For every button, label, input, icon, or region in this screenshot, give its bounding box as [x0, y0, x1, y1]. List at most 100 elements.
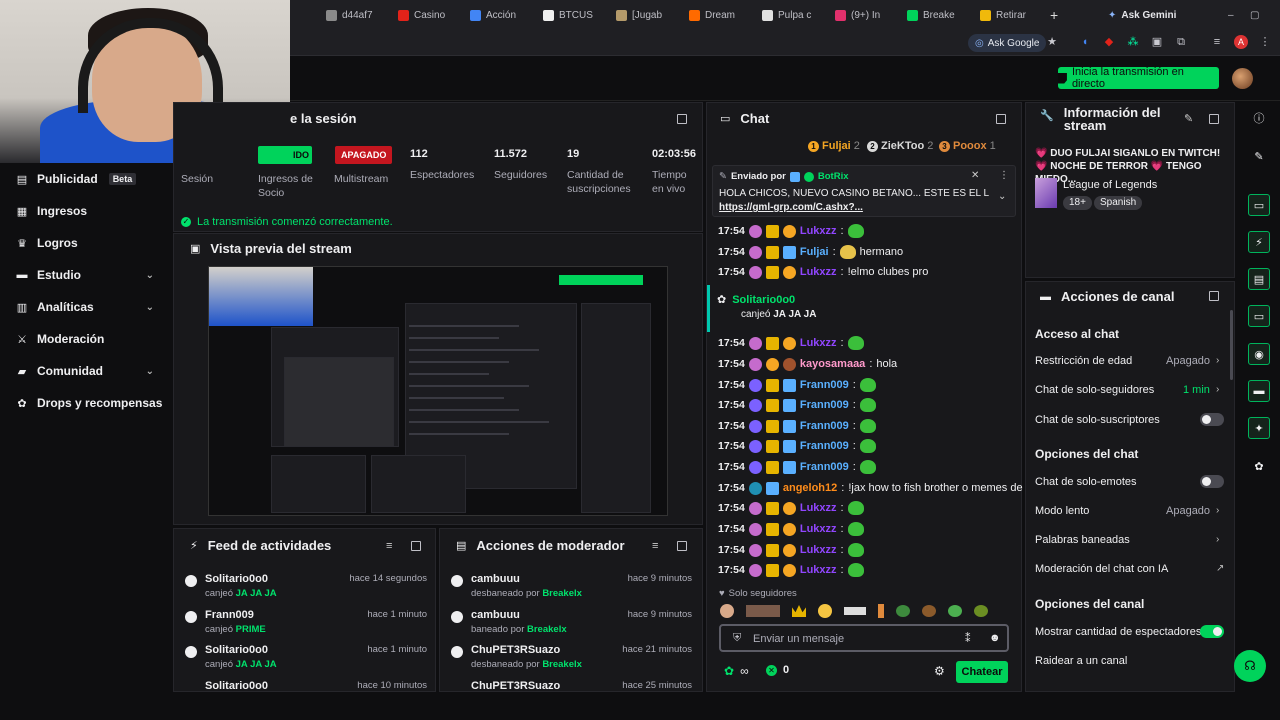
extension-icon[interactable]: ⁂ — [1126, 35, 1140, 49]
stream-preview-video[interactable] — [208, 266, 668, 516]
channel-icon[interactable]: ▬ — [1248, 380, 1270, 402]
star-icon[interactable]: ★ — [1045, 35, 1059, 49]
crown-emote-icon[interactable] — [792, 605, 806, 617]
chevron-right-icon[interactable]: › — [1216, 534, 1219, 545]
bolt-icon[interactable]: ⚡ — [1248, 231, 1270, 253]
extension-icon[interactable]: ◆ — [1102, 35, 1116, 49]
emote-icon[interactable] — [948, 605, 962, 617]
smiley-icon[interactable]: ☻ — [989, 632, 1001, 644]
kebab-menu-icon[interactable]: ⋮ — [1258, 35, 1272, 49]
sidebar-item-estudio[interactable]: ▬ Estudio ⌄ — [16, 265, 162, 285]
emotes-only-toggle[interactable] — [1200, 475, 1224, 488]
channel-points[interactable]: ✿ ∞ — [724, 664, 749, 678]
chart-icon: ▥ — [16, 301, 28, 314]
go-live-button[interactable]: Inicia la transmisión en directo — [1058, 66, 1219, 90]
chevron-down-icon[interactable]: ⌄ — [998, 191, 1006, 202]
browser-tab[interactable]: Acción — [470, 6, 530, 24]
emote-icon[interactable] — [974, 605, 988, 617]
sidebar-item-publicidad[interactable]: ▤ Publicidad Beta — [16, 169, 162, 189]
new-tab-button[interactable]: + — [1050, 6, 1062, 24]
emote-icon[interactable] — [720, 604, 734, 618]
send-chat-button[interactable]: Chatear — [956, 661, 1008, 683]
list-icon[interactable]: ▤ — [1248, 268, 1270, 290]
pinned-link[interactable]: https://gml-grp.com/C.ashx?... — [719, 202, 863, 213]
gear-icon[interactable]: ⚙ — [934, 664, 945, 678]
banned-words-label[interactable]: Palabras baneadas — [1035, 534, 1130, 546]
emote-icon[interactable] — [818, 604, 832, 618]
pinned-message[interactable]: ✎ Enviado por BotRix ✕ ⋮ HOLA CHICOS, NUEV… — [712, 165, 1016, 217]
minimize-icon[interactable]: – — [1228, 6, 1238, 24]
sidebar-item-ingresos[interactable]: ▦ Ingresos — [16, 201, 162, 221]
bits-counter[interactable]: ✕ 0 — [766, 664, 789, 676]
game-name[interactable]: League of Legends — [1063, 179, 1157, 191]
external-link-icon[interactable]: ↗ — [1216, 563, 1224, 574]
emote-icon[interactable] — [844, 607, 866, 615]
browser-tab[interactable]: Pulpa c — [762, 6, 822, 24]
browser-tab[interactable]: [Jugab — [616, 6, 676, 24]
browser-tab[interactable]: d44af7 — [326, 6, 386, 24]
ask-gemini-button[interactable]: ✦ Ask Gemini — [1108, 6, 1188, 24]
points-icon[interactable]: ✿ — [1248, 455, 1270, 477]
unpin-icon[interactable]: ✕ — [971, 170, 979, 181]
followers-only-label[interactable]: Chat de solo-seguidores — [1035, 384, 1154, 396]
expand-icon[interactable] — [1209, 291, 1219, 301]
emote-icon[interactable] — [922, 605, 936, 617]
sidebar-item-comunidad[interactable]: ▰ Comunidad ⌄ — [16, 361, 162, 381]
chat-message: 17:54 Lukxzz: — [718, 333, 864, 353]
browser-tab[interactable]: Dream — [689, 6, 749, 24]
expand-icon[interactable] — [996, 114, 1006, 124]
top-chatter: 1 Fuljai 2 — [808, 140, 860, 152]
sidebar-item-moderacion[interactable]: ⚔ Moderación — [16, 329, 162, 349]
raid-channel-label[interactable]: Raidear a un canal — [1035, 655, 1127, 667]
menu-list-icon[interactable]: ≡ — [1210, 35, 1224, 49]
sub-badge-icon — [748, 336, 762, 350]
chevron-right-icon[interactable]: › — [1216, 355, 1219, 366]
maximize-icon[interactable]: ▢ — [1250, 6, 1260, 24]
crown-badge-icon — [765, 336, 779, 350]
scrollbar[interactable] — [1230, 310, 1233, 380]
browser-tab[interactable]: (9+) In — [835, 6, 895, 24]
subs-only-toggle[interactable] — [1200, 413, 1224, 426]
chevron-right-icon[interactable]: › — [1216, 505, 1219, 516]
filter-icon[interactable]: ≡ — [386, 540, 392, 552]
edit-icon[interactable]: ✎ — [1184, 112, 1193, 125]
filter-icon[interactable]: ≡ — [652, 540, 658, 552]
chevron-right-icon[interactable]: › — [1216, 384, 1219, 395]
profile-icon[interactable]: A — [1234, 35, 1248, 49]
ai-moderation-label[interactable]: Moderación del chat con IA — [1035, 563, 1168, 575]
chat-input-placeholder: Enviar un mensaje — [753, 633, 845, 645]
expand-icon[interactable] — [677, 114, 687, 124]
emote-icon[interactable] — [746, 605, 780, 617]
browser-tab[interactable]: Breake — [907, 6, 967, 24]
avatar[interactable] — [1232, 68, 1253, 89]
expand-icon[interactable] — [411, 541, 421, 551]
emote-icon[interactable] — [878, 604, 884, 618]
rail-panel-icon[interactable]: ▭ — [1248, 194, 1270, 216]
kick-emote-icon[interactable]: ⁑ — [965, 632, 971, 645]
help-button[interactable]: ☊ — [1234, 650, 1266, 682]
kebab-menu-icon[interactable]: ⋮ — [999, 170, 1009, 181]
record-icon[interactable]: ◉ — [1248, 343, 1270, 365]
chat-icon[interactable]: ▭ — [1248, 305, 1270, 327]
expand-icon[interactable] — [1209, 114, 1219, 124]
emote-icon — [859, 419, 876, 433]
age-restriction-label[interactable]: Restricción de edad — [1035, 355, 1132, 367]
sidebar-item-drops[interactable]: ✿ Drops y recompensas — [16, 393, 176, 413]
browser-tab[interactable]: Retirar — [980, 6, 1040, 24]
browser-tab[interactable]: BTCUS — [543, 6, 603, 24]
sidebar-item-logros[interactable]: ♛ Logros — [16, 233, 162, 253]
edit-icon[interactable]: ✎ — [1248, 145, 1270, 167]
chat-input[interactable]: ⛨ Enviar un mensaje ⁑ ☻ — [719, 624, 1009, 652]
wrench-icon[interactable]: ✦ — [1248, 417, 1270, 439]
extension-icon[interactable]: ◖ — [1078, 35, 1092, 49]
show-viewers-toggle[interactable] — [1200, 625, 1224, 638]
browser-tab[interactable]: Casino — [398, 6, 458, 24]
ask-google-button[interactable]: ◎ Ask Google — [968, 34, 1047, 52]
expand-icon[interactable] — [677, 541, 687, 551]
puzzle-icon[interactable]: ⧉ — [1174, 35, 1188, 49]
info-icon[interactable]: ⓘ — [1248, 107, 1270, 129]
emote-icon[interactable] — [896, 605, 910, 617]
sidebar-item-analiticas[interactable]: ▥ Analíticas ⌄ — [16, 297, 162, 317]
slow-mode-label[interactable]: Modo lento — [1035, 505, 1089, 517]
extension-icon[interactable]: ▣ — [1150, 35, 1164, 49]
